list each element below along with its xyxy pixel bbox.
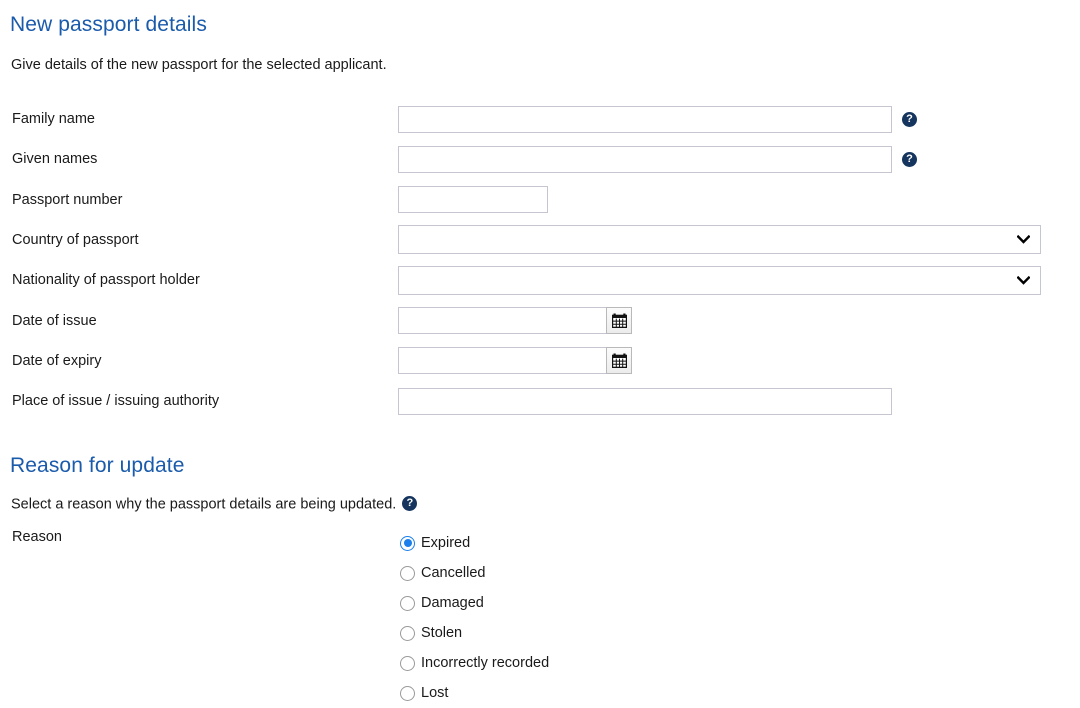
form-row: Date of expiry (0, 346, 1080, 376)
form-row: Given names? (0, 144, 1080, 174)
radio-option-label[interactable]: Damaged (421, 596, 484, 611)
field-control (398, 185, 548, 215)
field-label: Passport number (12, 191, 123, 208)
radio-option[interactable]: Lost (0, 678, 1080, 708)
date-input[interactable] (398, 347, 606, 375)
reason-section-heading: Reason for update (10, 454, 185, 477)
help-icon[interactable]: ? (402, 496, 418, 511)
form-row: Place of issue / issuing authority (0, 386, 1080, 416)
radio-button[interactable] (400, 595, 415, 611)
radio-button[interactable] (400, 625, 415, 641)
text-input[interactable] (398, 105, 892, 133)
form-row: Family name? (0, 104, 1080, 134)
reason-section-intro-text: Select a reason why the passport details… (11, 496, 397, 513)
radio-option-label[interactable]: Incorrectly recorded (421, 656, 549, 671)
passport-section-intro: Give details of the new passport for the… (11, 57, 387, 73)
reason-section-intro-wrapper: Select a reason why the passport details… (11, 496, 418, 513)
field-label: Given names (12, 151, 98, 168)
text-input[interactable] (398, 186, 548, 214)
reason-radio-group: Expired Cancelled Damaged Stolen Incorrectly… (0, 528, 1080, 708)
date-input[interactable] (398, 307, 606, 334)
field-control (398, 306, 632, 336)
field-label: Date of expiry (12, 352, 102, 369)
radio-option-label[interactable]: Expired (421, 536, 470, 551)
field-control: ? (398, 144, 917, 174)
radio-button[interactable] (400, 655, 415, 671)
radio-option[interactable]: Damaged (0, 588, 1080, 618)
field-control (398, 386, 892, 416)
calendar-icon-button[interactable] (606, 347, 632, 375)
form-row: Date of issue (0, 306, 1080, 336)
calendar-icon-button[interactable] (606, 307, 632, 334)
radio-button[interactable] (400, 565, 415, 581)
field-label: Place of issue / issuing authority (12, 392, 220, 409)
field-control (398, 346, 632, 376)
radio-option-label[interactable]: Cancelled (421, 566, 486, 581)
field-label: Date of issue (12, 312, 97, 329)
radio-option[interactable]: Expired (0, 528, 1080, 558)
radio-option[interactable]: Incorrectly recorded (0, 648, 1080, 678)
select-dropdown[interactable] (398, 225, 1041, 255)
select-dropdown[interactable] (398, 265, 1041, 295)
form-row: Passport number (0, 185, 1080, 215)
radio-button-selected[interactable] (400, 535, 415, 551)
text-input[interactable] (398, 145, 892, 173)
field-control (398, 265, 1041, 295)
radio-button[interactable] (400, 685, 415, 701)
field-control (398, 225, 1041, 255)
help-icon[interactable]: ? (902, 111, 917, 127)
field-label: Family name (12, 110, 95, 127)
form-row: Country of passport (0, 225, 1080, 255)
chevron-down-icon (1012, 275, 1034, 285)
field-label: Country of passport (12, 231, 139, 248)
field-control: ? (398, 104, 917, 134)
form-row: Nationality of passport holder (0, 265, 1080, 295)
radio-option[interactable]: Cancelled (0, 558, 1080, 588)
radio-option-label[interactable]: Stolen (421, 626, 462, 641)
radio-option-label[interactable]: Lost (421, 686, 448, 701)
radio-option[interactable]: Stolen (0, 618, 1080, 648)
chevron-down-icon (1012, 235, 1034, 245)
help-icon[interactable]: ? (902, 151, 917, 167)
text-input[interactable] (398, 387, 892, 415)
page-title: New passport details (10, 13, 207, 36)
field-label: Nationality of passport holder (12, 271, 200, 288)
